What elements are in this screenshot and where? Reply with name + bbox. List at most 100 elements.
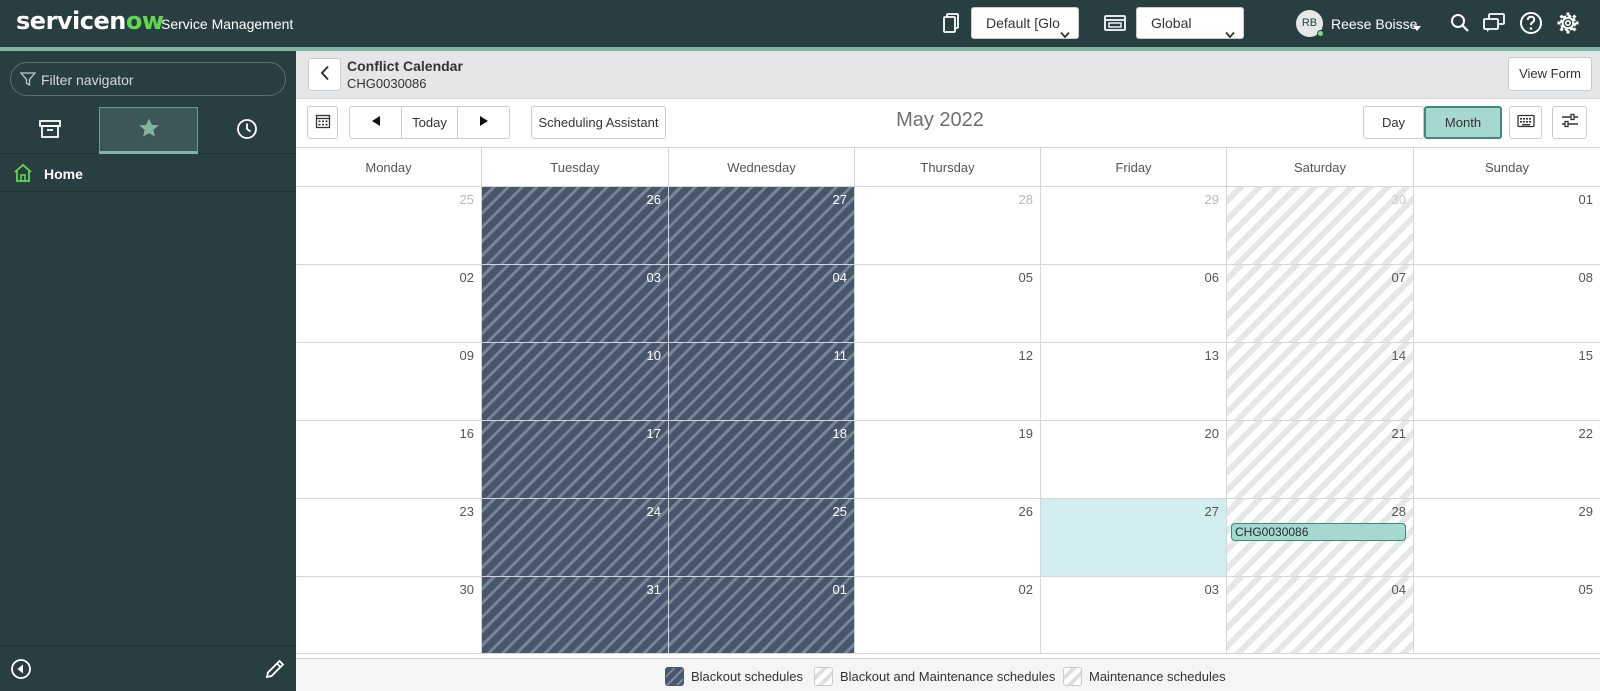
update-set-select[interactable]: Default [Glo xyxy=(971,7,1079,39)
tab-favorites[interactable] xyxy=(99,107,198,154)
calendar-day-cell[interactable]: 22 xyxy=(1413,421,1600,499)
calendar-day-cell[interactable]: 02 xyxy=(854,577,1040,654)
calendar-day-cell[interactable]: 06 xyxy=(1040,265,1226,343)
calendar-day-cell[interactable]: 26 xyxy=(854,499,1040,577)
calendar-day-cell[interactable]: 25 xyxy=(668,499,854,577)
day-number: 25 xyxy=(832,504,847,519)
tab-history[interactable] xyxy=(198,107,296,154)
application-scope-icon[interactable] xyxy=(1103,12,1127,34)
calendar-day-cell[interactable]: 03 xyxy=(481,265,668,343)
calendar-day-cell[interactable]: 03 xyxy=(1040,577,1226,654)
calendar-day-cell[interactable]: 09 xyxy=(296,343,481,421)
day-number: 27 xyxy=(832,192,847,207)
day-number: 11 xyxy=(833,348,848,363)
calendar-day-cell[interactable]: 07 xyxy=(1226,265,1413,343)
maintenance-swatch xyxy=(1063,667,1082,686)
help-icon[interactable] xyxy=(1518,10,1544,36)
date-picker-button[interactable] xyxy=(307,106,338,139)
view-form-button[interactable]: View Form xyxy=(1508,57,1592,91)
triangle-left-icon xyxy=(370,115,382,130)
day-number: 28 xyxy=(1391,504,1406,519)
weekday-header-row: Monday Tuesday Wednesday Thursday Friday Satu… xyxy=(296,148,1600,187)
user-menu-caret-icon[interactable] xyxy=(1412,20,1422,35)
calendar-day-cell[interactable]: 15 xyxy=(1413,343,1600,421)
calendar-day-cell[interactable]: 27 xyxy=(1040,499,1226,577)
calendar-day-cell[interactable]: 23 xyxy=(296,499,481,577)
change-request-event[interactable]: CHG0030086 xyxy=(1231,523,1406,541)
day-number: 03 xyxy=(1204,582,1219,597)
calendar-day-cell[interactable]: 28 CHG0030086 xyxy=(1226,499,1413,577)
calendar-day-cell[interactable]: 01 xyxy=(1413,187,1600,265)
calendar-day-cell[interactable]: 25 xyxy=(296,187,481,265)
calendar-day-cell[interactable]: 16 xyxy=(296,421,481,499)
day-number: 23 xyxy=(459,504,474,519)
day-number: 31 xyxy=(646,582,661,597)
edit-pencil-icon[interactable] xyxy=(264,658,286,683)
sidebar-item-home[interactable]: Home xyxy=(0,154,296,192)
calendar-day-cell[interactable]: 24 xyxy=(481,499,668,577)
calendar-day-cell[interactable]: 26 xyxy=(481,187,668,265)
collapse-navigator-icon[interactable] xyxy=(10,658,32,683)
calendar-day-cell[interactable]: 29 xyxy=(1413,499,1600,577)
day-number: 01 xyxy=(1578,192,1593,207)
user-avatar[interactable]: RB xyxy=(1296,10,1324,37)
calendar-day-cell[interactable]: 31 xyxy=(481,577,668,654)
calendar-day-cell[interactable]: 04 xyxy=(668,265,854,343)
day-number: 20 xyxy=(1204,426,1219,441)
calendar-day-cell[interactable]: 21 xyxy=(1226,421,1413,499)
scheduling-assistant-button[interactable]: Scheduling Assistant xyxy=(531,106,666,139)
day-number: 21 xyxy=(1391,426,1406,441)
filter-navigator-input[interactable]: Filter navigator xyxy=(10,62,286,96)
connect-chat-icon[interactable] xyxy=(1481,11,1507,35)
day-view-button[interactable]: Day xyxy=(1363,106,1424,139)
update-set-icon[interactable] xyxy=(940,12,962,34)
calendar-day-cell[interactable]: 27 xyxy=(668,187,854,265)
calendar-toolbar: Today Scheduling Assistant May 2022 Day … xyxy=(296,99,1600,148)
settings-gear-icon[interactable] xyxy=(1555,10,1581,36)
next-month-button[interactable] xyxy=(457,107,509,138)
weekday-tuesday: Tuesday xyxy=(481,148,668,187)
calendar-settings-button[interactable] xyxy=(1552,106,1587,139)
calendar-day-cell[interactable]: 19 xyxy=(854,421,1040,499)
tab-all-applications[interactable] xyxy=(0,107,99,154)
day-number: 03 xyxy=(646,270,661,285)
calendar-day-cell[interactable]: 18 xyxy=(668,421,854,499)
application-scope-select[interactable]: Global xyxy=(1136,7,1244,39)
day-number: 28 xyxy=(1018,192,1033,207)
calendar-day-cell[interactable]: 11 xyxy=(668,343,854,421)
servicenow-logo[interactable]: servicenow xyxy=(16,7,164,35)
calendar-day-cell[interactable]: 04 xyxy=(1226,577,1413,654)
calendar-legend: Blackout schedules Blackout and Maintena… xyxy=(296,658,1600,691)
calendar-day-cell[interactable]: 30 xyxy=(1226,187,1413,265)
calendar-day-cell[interactable]: 29 xyxy=(1040,187,1226,265)
back-button[interactable] xyxy=(308,58,341,91)
day-number: 24 xyxy=(646,504,661,519)
calendar-day-cell[interactable]: 28 xyxy=(854,187,1040,265)
calendar-day-cell[interactable]: 13 xyxy=(1040,343,1226,421)
clock-icon xyxy=(236,118,258,143)
calendar-day-cell[interactable]: 30 xyxy=(296,577,481,654)
current-month-title: May 2022 xyxy=(896,109,984,131)
calendar-day-cell[interactable]: 05 xyxy=(854,265,1040,343)
keyboard-shortcuts-button[interactable] xyxy=(1509,106,1542,139)
day-number: 12 xyxy=(1018,348,1033,363)
user-name[interactable]: Reese Boisse xyxy=(1331,16,1417,32)
app-name: Service Management xyxy=(161,16,294,32)
day-number: 05 xyxy=(1018,270,1033,285)
calendar-day-cell[interactable]: 20 xyxy=(1040,421,1226,499)
blackout-swatch xyxy=(665,667,684,686)
today-button[interactable]: Today xyxy=(401,107,457,138)
previous-month-button[interactable] xyxy=(350,107,401,138)
calendar-day-cell[interactable]: 02 xyxy=(296,265,481,343)
search-icon[interactable] xyxy=(1448,11,1472,35)
month-view-button[interactable]: Month xyxy=(1424,106,1502,139)
calendar-day-cell[interactable]: 01 xyxy=(668,577,854,654)
calendar-day-cell[interactable]: 14 xyxy=(1226,343,1413,421)
calendar-day-cell[interactable]: 05 xyxy=(1413,577,1600,654)
calendar-day-cell[interactable]: 08 xyxy=(1413,265,1600,343)
calendar-day-cell[interactable]: 17 xyxy=(481,421,668,499)
day-number: 04 xyxy=(1391,582,1406,597)
calendar-day-cell[interactable]: 10 xyxy=(481,343,668,421)
day-number: 14 xyxy=(1391,348,1406,363)
calendar-day-cell[interactable]: 12 xyxy=(854,343,1040,421)
